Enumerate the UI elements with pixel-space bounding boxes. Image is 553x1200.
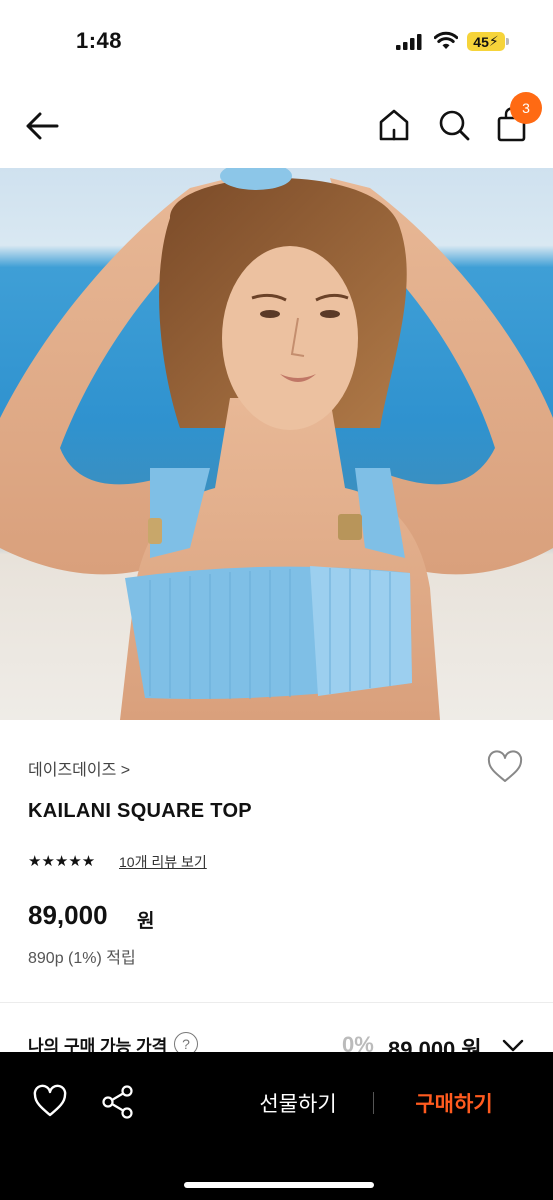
search-icon: [439, 110, 470, 141]
charging-bolt-icon: ⚡: [488, 33, 499, 49]
share-icon: [102, 1085, 133, 1119]
battery-indicator: 45 ⚡: [467, 32, 505, 51]
cart-count-badge: 3: [510, 92, 542, 124]
battery-nub: [506, 38, 509, 45]
search-button[interactable]: [436, 106, 472, 144]
share-button[interactable]: [100, 1084, 136, 1120]
bottom-wishlist-button[interactable]: [32, 1084, 68, 1120]
wifi-icon: [434, 31, 458, 49]
heart-icon: [33, 1084, 67, 1117]
view-reviews-link[interactable]: 10개 리뷰 보기: [119, 852, 207, 872]
rating-stars: ★★★★★: [28, 853, 96, 870]
buy-button[interactable]: 구매하기: [402, 1086, 506, 1120]
heart-icon: [487, 750, 523, 782]
product-image[interactable]: [0, 168, 553, 720]
home-indicator: [184, 1182, 374, 1188]
price-currency: 원: [137, 911, 155, 932]
battery-level: 45: [473, 33, 489, 50]
product-name: KAILANI SQUARE TOP: [28, 800, 252, 822]
home-button[interactable]: [376, 106, 412, 144]
top-navigation: [0, 80, 553, 168]
product-info: 데이즈데이즈 > KAILANI SQUARE TOP ★★★★★ 10개 리뷰…: [0, 720, 553, 1002]
wishlist-button[interactable]: [486, 750, 524, 784]
brand-link[interactable]: 데이즈데이즈 >: [28, 756, 130, 780]
back-button[interactable]: [22, 106, 62, 146]
product-price: 89,000: [28, 900, 108, 930]
home-icon: [379, 109, 409, 141]
back-arrow-icon: [26, 112, 59, 140]
bottom-action-bar: 선물하기 구매하기: [0, 1052, 553, 1200]
reward-points: 890p (1%) 적립: [28, 950, 136, 967]
gift-button[interactable]: 선물하기: [246, 1086, 350, 1120]
status-time: 1:48: [76, 28, 123, 53]
bottom-bar-separator: [373, 1092, 374, 1114]
product-photo: [0, 168, 553, 720]
cellular-signal-icon: [396, 34, 422, 50]
status-bar: 1:48 45 ⚡: [0, 0, 553, 80]
section-divider: [0, 1002, 553, 1003]
